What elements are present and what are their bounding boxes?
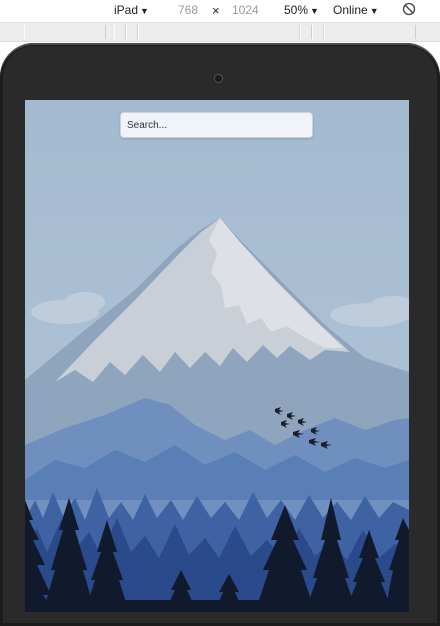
page-viewport [25, 100, 409, 612]
search-input[interactable] [120, 112, 313, 138]
mountain-background [25, 100, 409, 612]
device-select[interactable]: iPad ▼ [114, 3, 149, 17]
ruler-segment[interactable] [126, 25, 138, 39]
ruler-segment[interactable] [114, 25, 126, 39]
zoom-select[interactable]: 50% ▼ [284, 3, 319, 17]
dimension-separator: × [212, 3, 220, 18]
ipad-frame [0, 43, 440, 626]
network-select[interactable]: Online ▼ [333, 3, 379, 17]
width-input[interactable]: 768 [178, 3, 198, 17]
ruler-segment[interactable] [312, 25, 324, 39]
ruler-segment[interactable] [324, 25, 416, 39]
chevron-down-icon: ▼ [310, 6, 319, 16]
device-toolbar: iPad ▼ 768 × 1024 50% ▼ Online ▼ [0, 0, 440, 23]
height-input[interactable]: 1024 [232, 3, 259, 17]
media-query-ruler [0, 23, 440, 42]
chevron-down-icon: ▼ [140, 6, 149, 16]
rotate-icon[interactable] [402, 2, 416, 16]
ruler-segment[interactable] [24, 25, 106, 39]
ruler-segment[interactable] [300, 25, 312, 39]
ruler-segment[interactable] [138, 25, 300, 39]
chevron-down-icon: ▼ [369, 6, 379, 16]
camera-icon [214, 74, 223, 83]
